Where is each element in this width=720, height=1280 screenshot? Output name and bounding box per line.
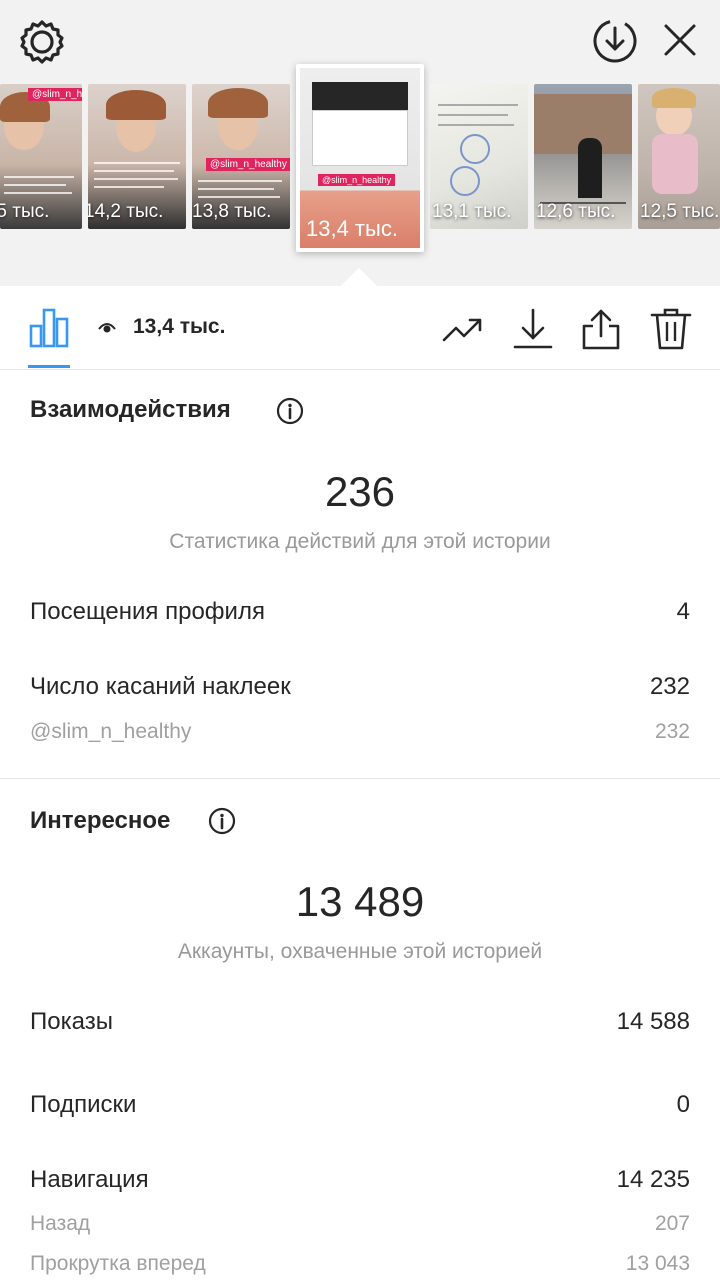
reach-total: 13 489: [295, 878, 425, 925]
interactions-title: Взаимодействия: [30, 396, 231, 423]
forward-value: 13 043: [625, 1252, 690, 1275]
download-circle-icon[interactable]: [590, 16, 640, 66]
story-thumbnail-selected[interactable]: @slim_n_healthy 13,4 тыс.: [296, 64, 424, 252]
thumbnail-views: 14,2 тыс.: [88, 201, 164, 222]
insights-toolbar: 13,4 тыс.: [0, 286, 720, 370]
story-thumbnail[interactable]: @slim_n_healthy 14,5 тыс.: [0, 84, 82, 229]
active-tab-indicator: [28, 365, 70, 368]
trending-icon[interactable]: [442, 308, 484, 350]
eye-icon: [98, 323, 116, 333]
impressions-label: Показы: [30, 1008, 113, 1035]
back-value: 207: [654, 1212, 690, 1235]
download-icon[interactable]: [512, 308, 554, 350]
story-thumbnail[interactable]: 12,6 тыс.: [534, 84, 632, 229]
sticker-taps-label: Число касаний наклеек: [30, 673, 291, 700]
follows-value: 0: [676, 1091, 690, 1118]
navigation-value: 14 235: [616, 1166, 690, 1193]
story-thumbnail[interactable]: 14,2 тыс.: [88, 84, 186, 229]
story-thumbnail[interactable]: 13,1 тыс.: [430, 84, 528, 229]
story-carousel-area: @slim_n_healthy 14,5 тыс. 14,2 тыс. @sli…: [0, 0, 720, 287]
share-icon[interactable]: [580, 308, 622, 350]
info-icon[interactable]: [276, 397, 304, 425]
discovery-title: Интересное: [30, 807, 171, 834]
selection-pointer: [340, 268, 378, 287]
thumbnail-views: 14,5 тыс.: [0, 201, 50, 222]
bar-chart-icon[interactable]: [28, 306, 70, 348]
info-icon[interactable]: [208, 807, 236, 835]
trash-icon[interactable]: [650, 308, 692, 350]
story-views-count: 13,4 тыс.: [133, 315, 226, 338]
forward-label: Прокрутка вперед: [30, 1252, 206, 1275]
story-thumbnail[interactable]: @slim_n_healthy 13,8 тыс.: [192, 84, 290, 229]
impressions-value: 14 588: [616, 1008, 690, 1035]
thumbnail-views: 12,5 тыс.: [640, 201, 720, 222]
back-label: Назад: [30, 1212, 91, 1235]
story-thumbnail[interactable]: 12,5 тыс.: [638, 84, 720, 229]
interactions-caption: Статистика действий для этой истории: [169, 530, 551, 553]
gear-icon[interactable]: [18, 18, 66, 66]
profile-visits-label: Посещения профиля: [30, 598, 265, 625]
section-divider: [0, 778, 720, 779]
reach-caption: Аккаунты, охваченные этой историей: [177, 940, 543, 963]
thumbnail-views: 13,8 тыс.: [192, 201, 272, 222]
close-icon[interactable]: [660, 20, 700, 60]
profile-visits-value: 4: [676, 598, 690, 625]
sticker-mention-label[interactable]: @slim_n_healthy: [30, 720, 191, 744]
thumbnail-tag: @slim_n_healthy: [28, 88, 82, 101]
interactions-total: 236: [324, 468, 396, 515]
follows-label: Подписки: [30, 1091, 137, 1118]
thumbnail-views: 12,6 тыс.: [536, 201, 616, 222]
sticker-mention-value: 232: [654, 720, 690, 743]
sticker-taps-value: 232: [649, 673, 690, 700]
thumbnail-views: 13,1 тыс.: [432, 201, 512, 222]
story-thumbnail-strip: @slim_n_healthy 14,5 тыс. 14,2 тыс. @sli…: [0, 64, 720, 286]
thumbnail-tag: @slim_n_healthy: [206, 158, 290, 171]
thumbnail-tag: @slim_n_healthy: [318, 174, 396, 186]
selected-thumbnail-views: 13,4 тыс.: [306, 216, 398, 241]
navigation-label: Навигация: [30, 1166, 149, 1193]
